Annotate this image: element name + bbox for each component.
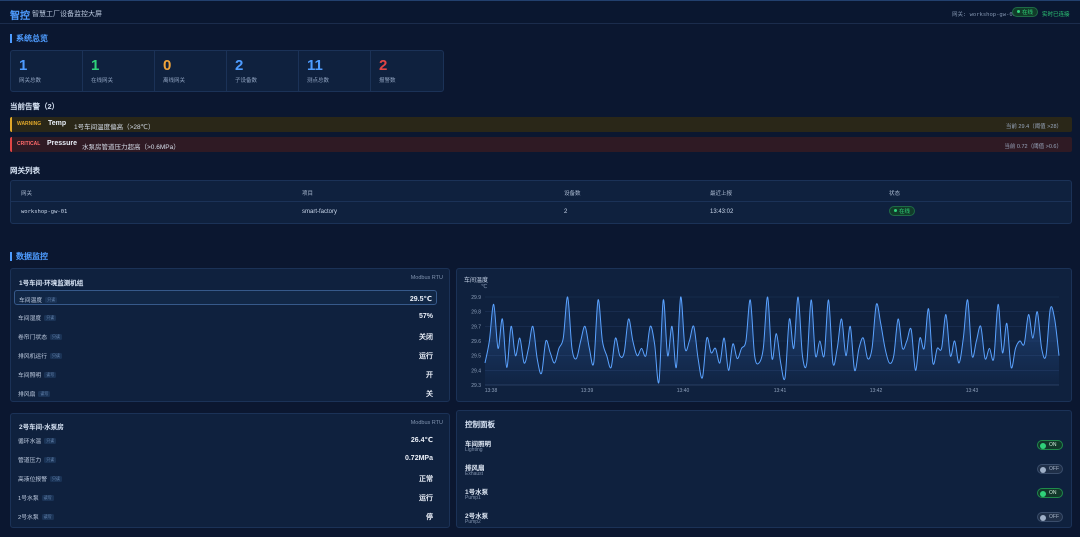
lighting-toggle[interactable]: ON <box>1037 440 1063 450</box>
overview-title: 系统总览 <box>10 34 48 43</box>
temperature-chart-panel: 车间温度 ℃ 29.9 29.8 29.7 29.6 29.5 29.4 29.3 13:38… <box>456 268 1072 402</box>
cell-devices: 2 <box>564 209 568 215</box>
readonly-badge: 只读 <box>50 334 62 340</box>
y-tick-label: 29.4 <box>471 368 481 374</box>
alarm-current-value: 当前 29.4（阈值 >28） <box>1005 123 1062 130</box>
x-tick-label: 13:43 <box>966 388 979 394</box>
control-sub: Lighting <box>465 447 483 453</box>
alarm-level-badge: WARNING <box>17 121 42 127</box>
stat-alarms: 2 报警数 <box>379 57 396 84</box>
device-panel-2: 2号车间-水泵房 Modbus RTU 循环水温 只读 26.4℃ 管道压力 只读 … <box>10 413 450 528</box>
readonly-badge: 只读 <box>45 297 58 303</box>
point-row-water-temp[interactable]: 循环水温 只读 26.4℃ <box>14 432 437 447</box>
table-divider <box>11 201 1071 202</box>
point-row-level-alarm[interactable]: 高液位报警 只读 正常 <box>14 470 437 485</box>
alarm-item-warning[interactable]: WARNING Temp 1号车间温度偏高（>28℃） 当前 29.4（阈值 >… <box>10 117 1072 132</box>
readonly-badge: 只读 <box>44 438 57 444</box>
device-name: 1号车间-环境监测机组 <box>19 280 84 287</box>
x-tick-label: 13:41 <box>774 388 787 394</box>
toggle-knob-icon <box>1040 514 1046 521</box>
control-panel: 控制面板 车间照明 Lighting ON 排风扇 Exhaust OFF 1号… <box>456 410 1072 528</box>
cell-status-badge: 在线 <box>889 206 916 216</box>
x-tick-label: 13:39 <box>581 388 594 394</box>
readwrite-badge: 读写 <box>41 514 54 520</box>
y-tick-label: 29.6 <box>471 339 481 345</box>
readonly-badge: 只读 <box>50 353 62 359</box>
control-sub: Pump2 <box>465 519 481 525</box>
x-tick-label: 13:38 <box>485 388 498 394</box>
point-row-door[interactable]: 卷帘门状态 只读 关闭 <box>14 328 437 343</box>
alarms-title: 当前告警（2） <box>10 102 60 111</box>
control-panel-title: 控制面板 <box>465 420 495 429</box>
point-row-humidity[interactable]: 车间湿度 只读 57% <box>14 309 437 324</box>
readwrite-badge: 读写 <box>41 495 54 501</box>
column-header-status: 状态 <box>889 191 901 197</box>
cell-gateway[interactable]: workshop-gw-01 <box>21 209 67 215</box>
column-header-last-report: 最近上报 <box>710 191 733 197</box>
stat-points: 11 测点总数 <box>299 51 371 91</box>
page-title: 智慧工厂设备监控大屏 <box>32 11 102 18</box>
point-row-pressure[interactable]: 管道压力 只读 0.72MPa <box>14 451 437 466</box>
monitor-title: 数据监控 <box>10 252 48 261</box>
column-header-project: 项目 <box>302 191 314 197</box>
device-protocol: Modbus RTU <box>410 275 443 281</box>
alarm-tag: Pressure <box>47 140 77 147</box>
stat-gateways-total: 1 网关总数 <box>11 51 83 91</box>
alarm-item-critical[interactable]: CRITICAL Pressure 水泵房管道压力超高（>0.6MPa） 当前 … <box>10 137 1072 152</box>
alarm-tag: Temp <box>48 120 67 127</box>
connection-status: 实时已连接 <box>1042 12 1070 18</box>
readwrite-badge: 读写 <box>44 372 57 378</box>
top-bar: 智控 智慧工厂设备监控大屏 网关: workshop-gw-01 在线 实时已连… <box>0 0 1080 24</box>
readonly-badge: 只读 <box>44 315 57 321</box>
exhaust-toggle[interactable]: OFF <box>1037 464 1063 474</box>
pump1-toggle[interactable]: ON <box>1037 488 1063 498</box>
y-tick-label: 29.3 <box>471 383 481 389</box>
pump2-toggle[interactable]: OFF <box>1037 512 1063 522</box>
y-tick-label: 29.7 <box>471 324 481 330</box>
status-dot-icon <box>894 209 897 212</box>
stat-subdevices: 2 子设备数 <box>227 51 299 91</box>
stat-gateways-online: 1 在线网关 <box>83 51 155 91</box>
status-dot-icon <box>1017 10 1020 13</box>
x-tick-label: 13:42 <box>870 388 883 394</box>
alarm-message: 水泵房管道压力超高（>0.6MPa） <box>82 143 180 151</box>
device-panel-1: 1号车间-环境监测机组 Modbus RTU 车间温度 只读 29.5℃ 车间湿度… <box>10 268 450 402</box>
gateway-list-title: 网关列表 <box>10 166 40 175</box>
x-tick-label: 13:40 <box>677 388 690 394</box>
gateway-table: 网关 项目 设备数 最近上报 状态 workshop-gw-01 smart-f… <box>10 180 1072 224</box>
toggle-knob-icon <box>1040 442 1046 449</box>
gateway-status-badge: 在线 <box>1012 7 1039 17</box>
control-sub: Exhaust <box>465 471 484 477</box>
point-row-pump2[interactable]: 2号水泵 读写 停 <box>14 508 437 523</box>
y-tick-label: 29.9 <box>471 295 481 301</box>
cell-project: smart-factory <box>302 209 338 215</box>
point-row-lighting[interactable]: 车间照明 读写 开 <box>14 366 437 381</box>
alarm-current-value: 当前 0.72（阈值 >0.6） <box>1004 143 1062 150</box>
column-header-devices: 设备数 <box>564 191 581 197</box>
point-row-fan-run[interactable]: 排风机运行 只读 运行 <box>14 347 437 362</box>
point-row-temperature[interactable]: 车间温度 只读 29.5℃ <box>14 290 437 305</box>
control-sub: Pump1 <box>465 495 481 501</box>
gateway-label: 网关: workshop-gw-01 <box>952 12 1016 18</box>
readonly-badge: 只读 <box>50 476 62 482</box>
point-row-exhaust[interactable]: 排风扇 读写 关 <box>14 385 437 400</box>
alarm-message: 1号车间温度偏高（>28℃） <box>74 123 155 131</box>
point-row-pump1[interactable]: 1号水泵 读写 运行 <box>14 489 437 504</box>
toggle-knob-icon <box>1040 490 1046 497</box>
y-tick-label: 29.5 <box>471 354 481 360</box>
overview-stats: 1 网关总数 1 在线网关 0 离线网关 2 子设备数 11 测点总数 2 报警数 <box>10 50 444 92</box>
readonly-badge: 只读 <box>44 457 57 463</box>
toggle-knob-icon <box>1040 466 1046 473</box>
device-name: 2号车间-水泵房 <box>19 424 64 431</box>
y-tick-label: 29.8 <box>471 310 481 316</box>
stat-gateways-offline: 0 离线网关 <box>155 51 227 91</box>
cell-last-report: 13:43:02 <box>710 209 734 215</box>
brand-logo: 智控 <box>10 11 30 22</box>
column-header-gateway: 网关 <box>21 191 33 197</box>
temperature-line-chart: 29.9 29.8 29.7 29.6 29.5 29.4 29.3 13:38 13:39 13… <box>471 295 1060 394</box>
device-protocol: Modbus RTU <box>410 420 443 426</box>
alarm-level-badge: CRITICAL <box>17 141 41 147</box>
readwrite-badge: 读写 <box>38 391 51 397</box>
